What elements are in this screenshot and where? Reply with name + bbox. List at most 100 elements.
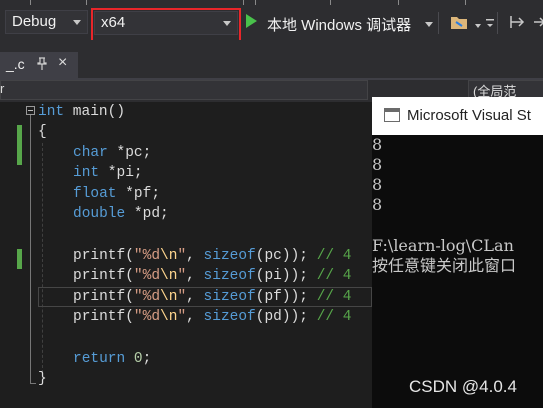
platform-highlight-box (91, 8, 241, 44)
indent-guide (42, 143, 43, 373)
menu-tick (86, 0, 87, 5)
console-output-line: 8 (372, 155, 383, 174)
keyword: sizeof (203, 309, 256, 325)
watermark: CSDN @4.0.4 (409, 377, 517, 396)
console-app-icon (384, 108, 400, 122)
keyword: sizeof (203, 268, 256, 284)
code-text: *pi; (99, 165, 143, 181)
code-line: double *pd; (73, 204, 169, 225)
code-line: int *pi; (73, 163, 143, 184)
code-line: } (38, 371, 47, 387)
navigate-backward-icon[interactable] (509, 14, 525, 30)
string: "%d (133, 289, 161, 305)
comment: // 4 (316, 268, 352, 284)
code-text: ; (142, 351, 152, 367)
collapse-icon[interactable] (26, 106, 35, 115)
chevron-down-icon[interactable] (475, 24, 481, 28)
string: " (177, 268, 187, 284)
console-output-line: 8 (372, 135, 383, 154)
keyword: return (73, 351, 126, 367)
string: "%d (133, 268, 161, 284)
code-text: printf( (73, 289, 134, 305)
code-line: int main() (38, 102, 125, 123)
console-exit-path: F:\learn-log\CLan (372, 236, 514, 255)
console-title: Microsoft Visual St (407, 107, 531, 124)
code-text: *pd; (125, 206, 169, 222)
solution-config-value: Debug (12, 13, 57, 30)
escape: \n (160, 268, 178, 284)
menu-tick (465, 0, 466, 5)
navigate-forward-icon[interactable] (532, 14, 543, 30)
chevron-down-icon[interactable] (425, 22, 433, 27)
string: "%d (133, 248, 161, 264)
menu-tick (398, 0, 399, 5)
code-text: (pd)); (255, 309, 317, 325)
code-text: printf( (73, 268, 134, 284)
code-text: , (186, 248, 204, 264)
close-icon[interactable]: × (58, 54, 67, 72)
code-text: printf( (73, 309, 134, 325)
code-text: , (186, 289, 204, 305)
scope-dropdown[interactable] (0, 80, 368, 100)
escape: \n (160, 289, 178, 305)
code-text: main() (64, 104, 126, 120)
keyword: char (73, 145, 108, 161)
fold-line (30, 115, 31, 383)
document-tab-label: _.c (6, 56, 25, 72)
string: " (177, 248, 187, 264)
console-output-line: 8 (372, 175, 383, 194)
keyword: sizeof (203, 289, 256, 305)
string: " (177, 289, 187, 305)
menu-tick (243, 0, 244, 5)
menu-tick (255, 0, 256, 5)
number: 0 (133, 351, 143, 367)
fold-end (30, 383, 36, 384)
string: " (177, 309, 187, 325)
overflow-icon[interactable] (486, 16, 494, 30)
toolbar-separator (438, 12, 439, 34)
code-text: , (186, 309, 204, 325)
code-text: printf( (73, 248, 134, 264)
keyword: double (73, 206, 126, 222)
code-line: float *pf; (73, 184, 160, 205)
keyword: float (73, 186, 117, 202)
menu-tick (30, 0, 31, 5)
string: "%d (133, 309, 161, 325)
change-marker (17, 249, 22, 269)
comment: // 4 (316, 309, 352, 325)
folder-icon[interactable] (450, 14, 468, 30)
solution-config-dropdown[interactable]: Debug (5, 10, 88, 34)
code-text: *pf; (116, 186, 161, 202)
scope-dropdown-value: r (0, 81, 5, 96)
code-line: printf("%d\n", sizeof(pc)); // 4 (73, 246, 352, 267)
comment: // 4 (316, 248, 352, 264)
code-text: (pc)); (255, 248, 317, 264)
escape: \n (160, 309, 178, 325)
code-text: *pc; (107, 145, 152, 161)
code-text: (pf)); (255, 289, 317, 305)
keyword: int (38, 104, 65, 120)
comment: // 4 (316, 289, 352, 305)
console-close-prompt: 按任意键关闭此窗口 (372, 256, 517, 275)
play-icon[interactable] (246, 14, 257, 28)
menu-tick (330, 0, 331, 5)
keyword: sizeof (203, 248, 256, 264)
code-line: printf("%d\n", sizeof(pi)); // 4 (73, 266, 352, 287)
code-line: { (38, 124, 47, 140)
code-text: (pi)); (255, 268, 317, 284)
code-line: printf("%d\n", sizeof(pf)); // 4 (73, 287, 352, 308)
toolbar-separator (497, 12, 498, 34)
console-output-line: 8 (372, 195, 383, 214)
keyword: int (73, 165, 100, 181)
change-marker (17, 125, 22, 165)
code-text: , (186, 268, 204, 284)
code-line: printf("%d\n", sizeof(pd)); // 4 (73, 307, 352, 328)
code-line: char *pc; (73, 143, 151, 164)
start-debugger-button[interactable]: 本地 Windows 调试器 (267, 14, 411, 35)
code-line: return 0; (73, 349, 151, 370)
document-tab-strip (0, 40, 543, 78)
pin-icon[interactable] (36, 57, 48, 71)
escape: \n (160, 248, 178, 264)
chevron-down-icon (73, 20, 81, 25)
